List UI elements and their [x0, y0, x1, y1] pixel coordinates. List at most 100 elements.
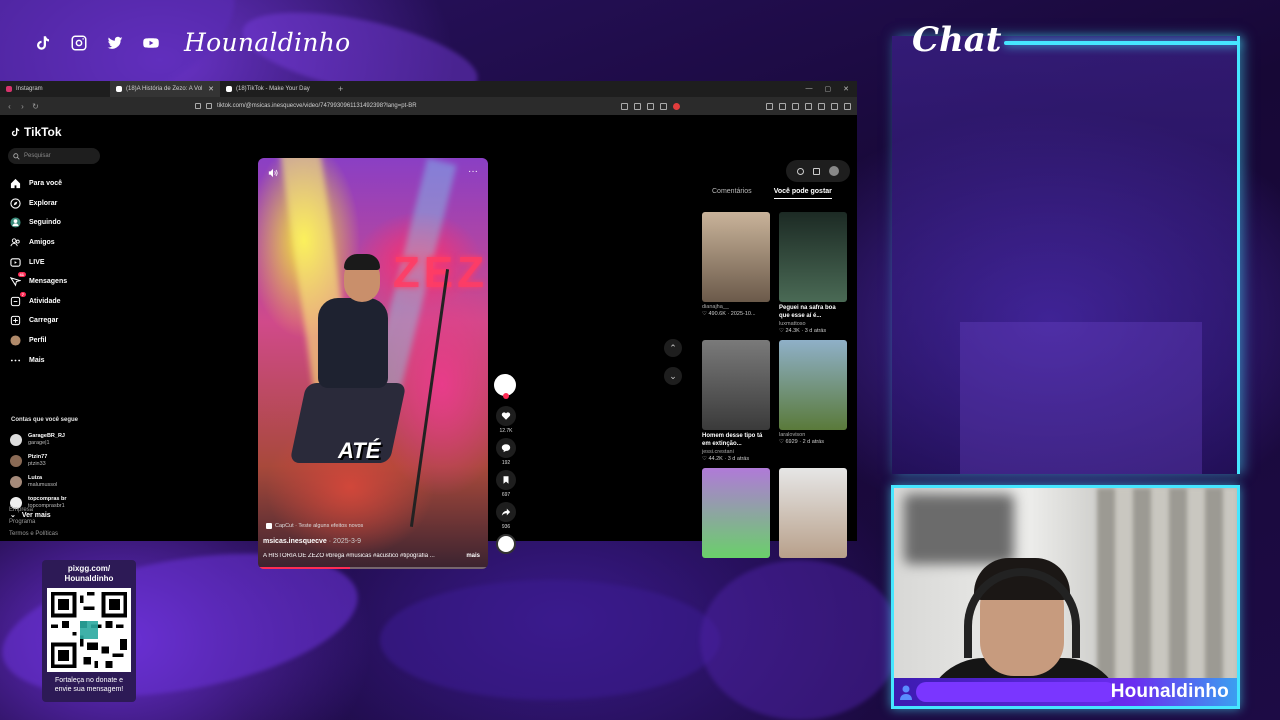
browser-window: Instagram (18)A História de Zezo: A Vol … [0, 81, 858, 569]
video-thumbnail[interactable] [702, 212, 770, 302]
coin-icon[interactable] [796, 167, 804, 175]
suggested-video-card[interactable] [779, 468, 847, 560]
comment-icon [501, 444, 511, 453]
card-title: Homem desse tipo tá em extinção... [702, 433, 763, 447]
menu-item-para-voce[interactable]: Para você [10, 174, 67, 194]
forward-icon[interactable]: › [19, 102, 26, 111]
activity-icon: 7 [10, 291, 26, 307]
extension-icon[interactable] [634, 102, 641, 110]
avatar [10, 475, 22, 488]
card-author[interactable]: jessi.crestani [702, 449, 770, 455]
video-thumbnail[interactable] [779, 468, 847, 558]
video-thumbnail[interactable] [702, 340, 770, 430]
following-account[interactable]: Ptzin77 ptzin33 [10, 450, 67, 471]
video-options-icon[interactable]: ··· [468, 166, 478, 177]
suggested-video-card[interactable] [702, 468, 770, 560]
user-avatar[interactable] [829, 166, 840, 176]
extensions-icon[interactable] [818, 102, 825, 110]
video-thumbnail[interactable] [779, 340, 847, 430]
following-list: GarageBR_RJ garage|1 Ptzin77 ptzin33 Luiza… [10, 429, 67, 513]
tab-close-icon[interactable]: ✕ [208, 85, 214, 93]
footer-link-programa[interactable]: Programa [9, 516, 58, 528]
previous-video-button[interactable]: ⌃ [664, 339, 682, 357]
downloads-icon[interactable] [805, 102, 812, 110]
bookmark-icon[interactable] [195, 103, 201, 109]
comment-button[interactable]: 192 [494, 438, 518, 467]
card-author[interactable]: laralovison [779, 432, 847, 438]
tiktok-logo-icon [11, 127, 20, 137]
share-icon[interactable] [660, 102, 667, 110]
webcam-background-art [904, 494, 1014, 564]
video-description: A HISTÓRIA DE ZEZO #brega #musicas #acus… [263, 553, 435, 559]
menu-item-perfil[interactable]: Perfil [10, 331, 67, 351]
reload-icon[interactable]: ↻ [32, 102, 39, 111]
tab-tiktok[interactable]: (18)TikTok - Make Your Day [220, 81, 330, 97]
video-player[interactable]: ZEZ ATÉ ··· CapCut · Teste alguns efeito… [258, 158, 488, 569]
suggested-video-card[interactable]: Peguei na safra boa que esse aí é... luxm… [779, 212, 847, 334]
tab-zezo-video[interactable]: (18)A História de Zezo: A Vol ✕ [110, 81, 220, 97]
music-icon[interactable] [779, 102, 786, 110]
menu-item-explorar[interactable]: Explorar [10, 194, 67, 214]
maximize-icon[interactable]: ▢ [825, 85, 832, 93]
extension-icons [621, 102, 851, 110]
donate-url: pixgg.com/ Hounaldinho [64, 564, 114, 583]
footer-link-empresa[interactable]: Empresa [9, 504, 58, 516]
adblock-icon[interactable] [673, 102, 680, 110]
video-progress[interactable] [258, 567, 488, 569]
following-account[interactable]: Luiza malumussol [10, 471, 67, 492]
minimize-icon[interactable]: — [806, 85, 813, 93]
creator-avatar[interactable] [494, 374, 516, 399]
sidebar-icon[interactable] [792, 102, 799, 110]
video-username[interactable]: msicas.inesquecve · 2025-3-9 [263, 538, 361, 545]
new-tab-button[interactable]: + [330, 84, 351, 94]
back-icon[interactable]: ‹ [6, 102, 13, 111]
search-input[interactable]: Pesquisar [8, 148, 100, 164]
menu-item-mensagens[interactable]: 41 Mensagens [10, 272, 67, 292]
menu-item-mais[interactable]: Mais [10, 350, 67, 370]
footer-link-termos[interactable]: Termos e Políticas [9, 528, 58, 540]
menu-item-atividade[interactable]: 7 Atividade [10, 291, 67, 312]
share-count: 936 [501, 524, 511, 530]
menu-icon[interactable] [844, 102, 851, 110]
music-disc-icon[interactable] [496, 534, 516, 554]
card-author[interactable]: luxmattoso [779, 321, 847, 327]
donate-message: Fortaleça no donate e envie sua mensagem… [54, 677, 124, 693]
window-controls: — ▢ ✕ [806, 85, 858, 93]
profile-icon [10, 335, 21, 346]
suggested-video-card[interactable]: Homem desse tipo tá em extinção... jessi.… [702, 340, 770, 462]
share-button[interactable]: 936 [494, 502, 518, 531]
tiktok-logo[interactable]: TikTok [10, 125, 62, 139]
tab-comentarios[interactable]: Comentários [712, 188, 752, 199]
card-author[interactable]: dianajha__ [702, 304, 770, 310]
volume-icon[interactable] [268, 168, 278, 178]
description-more-link[interactable]: mais [466, 553, 480, 559]
device-icon[interactable] [812, 167, 820, 175]
suggested-video-card[interactable]: dianajha__ ♡ 490.6K · 2025-10... [702, 212, 770, 334]
url-field[interactable]: tiktok.com/@msicas.inesquecve/video/7479… [195, 103, 615, 109]
qr-code [47, 588, 131, 672]
like-button[interactable]: 12.7K [494, 406, 518, 435]
menu-item-carregar[interactable]: Carregar [10, 311, 67, 331]
site-info-icon[interactable] [206, 103, 212, 109]
menu-item-amigos[interactable]: Amigos [10, 233, 67, 253]
close-window-icon[interactable]: ✕ [843, 85, 849, 93]
tab-voce-pode-gostar[interactable]: Você pode gostar [773, 188, 832, 199]
next-video-button[interactable]: ⌄ [664, 367, 682, 385]
singer-body [318, 298, 388, 388]
video-thumbnail[interactable] [702, 468, 770, 558]
extension-icon[interactable] [766, 102, 773, 110]
shield-icon[interactable] [831, 102, 838, 110]
video-navigation: ⌃ ⌄ [664, 339, 682, 395]
translate-icon[interactable] [647, 102, 654, 110]
capcut-tag[interactable]: CapCut · Teste alguns efeitos novos [266, 523, 363, 529]
extension-icon[interactable] [621, 102, 628, 110]
following-account[interactable]: GarageBR_RJ garage|1 [10, 429, 67, 450]
home-icon [10, 178, 21, 189]
tab-instagram[interactable]: Instagram [0, 81, 110, 97]
comment-count: 192 [501, 460, 511, 466]
menu-item-seguindo[interactable]: Seguindo [10, 213, 67, 233]
suggested-video-card[interactable]: laralovison ♡ 6929 · 2 d atrás [779, 340, 847, 462]
save-button[interactable]: 697 [494, 470, 518, 499]
video-thumbnail[interactable] [779, 212, 847, 302]
menu-item-live[interactable]: LIVE [10, 252, 67, 272]
